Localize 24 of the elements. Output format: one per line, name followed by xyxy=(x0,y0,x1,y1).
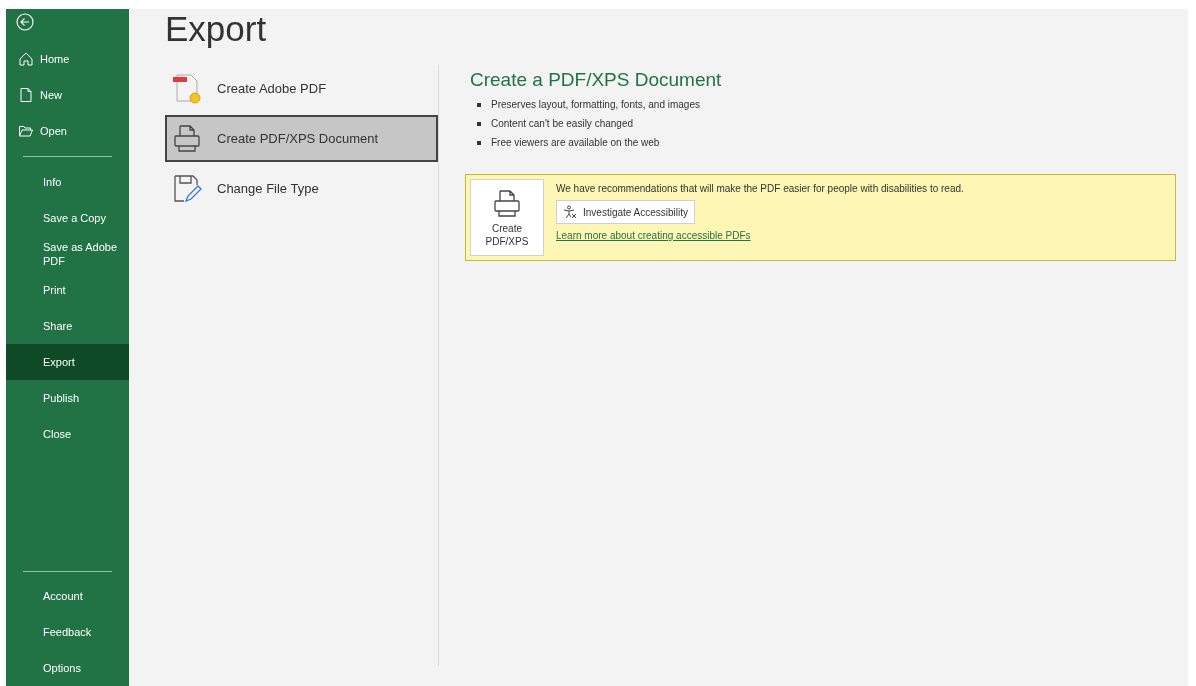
bullet-icon xyxy=(477,121,481,126)
learn-more-link[interactable]: Learn more about creating accessible PDFs xyxy=(556,228,751,243)
home-icon xyxy=(18,51,34,67)
export-option[interactable]: Create Adobe PDF xyxy=(165,65,438,112)
bullet-icon xyxy=(477,140,481,145)
export-option[interactable]: Change File Type xyxy=(165,165,438,212)
printer-icon xyxy=(173,122,201,155)
file-pencil-icon xyxy=(172,172,202,205)
create-pdf-button[interactable]: Create PDF/XPS xyxy=(470,179,544,256)
bullet-icon xyxy=(477,102,481,107)
sidebar-item[interactable]: Export xyxy=(6,344,129,380)
folder-icon xyxy=(18,123,34,139)
export-option[interactable]: Create PDF/XPS Document xyxy=(165,115,438,162)
page-title: Export xyxy=(165,9,268,49)
notice-text: We have recommendations that will make the PDF easier for people with disabilities to read. xyxy=(556,182,964,196)
investigate-accessibility-button[interactable]: Investigate Accessibility xyxy=(556,200,696,224)
document-icon xyxy=(18,87,34,103)
accessibility-icon xyxy=(563,205,577,219)
bullet-text: Content can't be easily changed xyxy=(491,117,633,131)
bullet-text: Preserves layout, formatting, fonts, and images xyxy=(491,98,700,112)
bullet-text: Free viewers are available on the web xyxy=(491,136,660,150)
printer-icon xyxy=(493,187,521,220)
section-heading: Create a PDF/XPS Document xyxy=(470,69,723,91)
pdf-file-icon xyxy=(171,72,203,105)
